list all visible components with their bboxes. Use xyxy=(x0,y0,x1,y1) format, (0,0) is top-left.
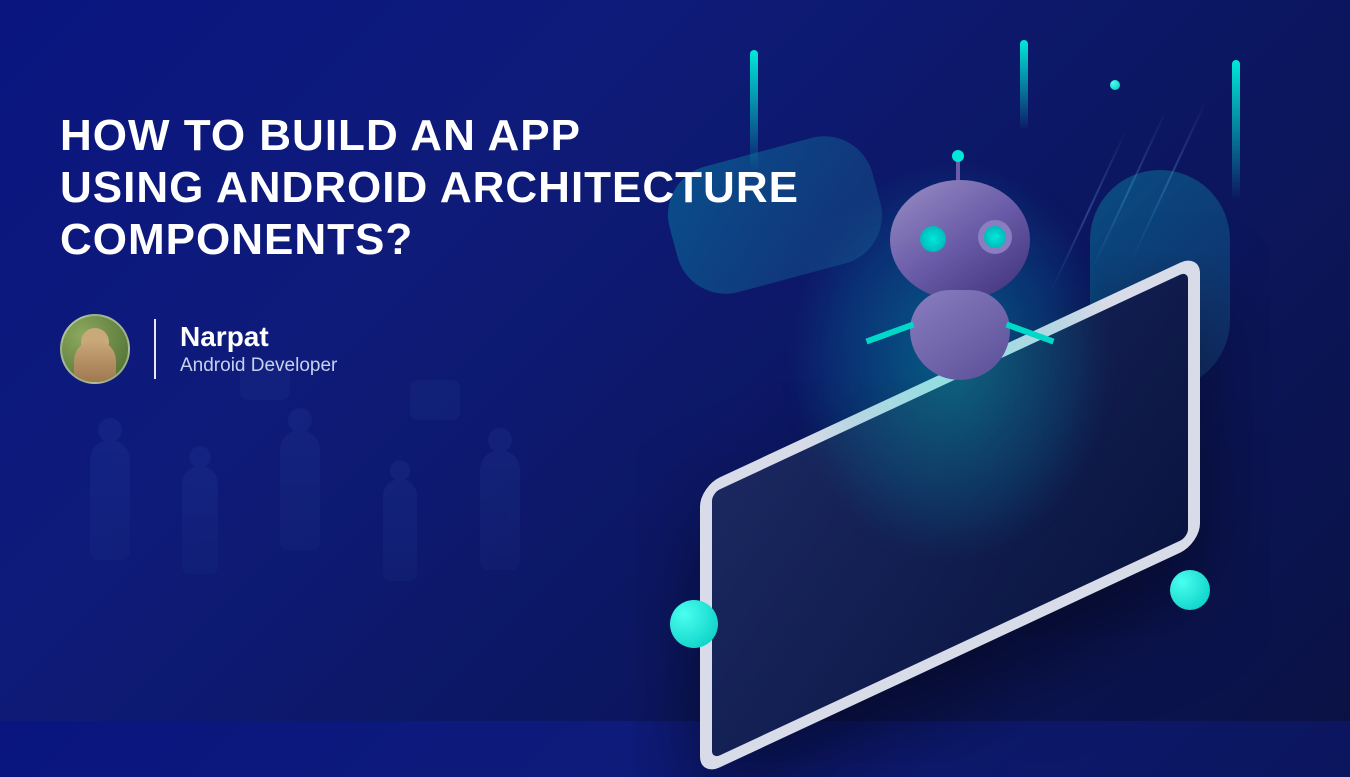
robot-head xyxy=(890,180,1030,300)
hero-title: How to Build an App Using Android Archit… xyxy=(60,110,799,266)
author-name: Narpat xyxy=(180,321,337,353)
glow-dot-icon xyxy=(1110,80,1120,90)
robot-body xyxy=(910,290,1010,380)
title-line-1: How to Build an App xyxy=(60,111,581,160)
robot-arm-icon xyxy=(1005,322,1054,345)
light-pillar-icon xyxy=(1020,40,1028,130)
title-line-2: Using Android Architecture xyxy=(60,163,799,212)
glow-orb-icon xyxy=(670,600,718,648)
hero-content: How to Build an App Using Android Archit… xyxy=(60,110,799,384)
light-pillar-icon xyxy=(1232,60,1240,200)
glow-orb-icon xyxy=(1170,570,1210,610)
robot-eye-icon xyxy=(920,226,946,252)
robot-eye-icon xyxy=(978,220,1012,254)
hero-banner: How to Build an App Using Android Archit… xyxy=(0,0,1350,721)
robot-illustration xyxy=(870,180,1050,400)
author-divider xyxy=(154,319,156,379)
author-block: Narpat Android Developer xyxy=(60,314,799,384)
robot-arm-icon xyxy=(865,322,914,345)
title-line-3: Components? xyxy=(60,215,413,264)
author-text: Narpat Android Developer xyxy=(180,321,337,377)
author-avatar xyxy=(60,314,130,384)
author-role: Android Developer xyxy=(180,355,337,377)
